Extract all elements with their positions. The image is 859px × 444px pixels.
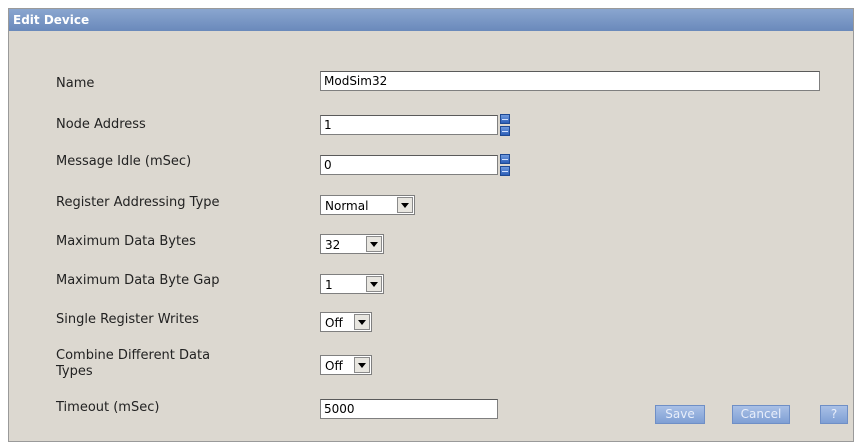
spinner-down-icon[interactable] <box>500 126 510 136</box>
register-addressing-type-select[interactable]: Normal <box>320 195 415 215</box>
timeout-label: Timeout (mSec) <box>56 400 160 415</box>
chevron-down-icon[interactable] <box>354 357 370 373</box>
timeout-input[interactable] <box>320 399 498 419</box>
message-idle-input[interactable] <box>320 155 498 175</box>
max-data-bytes-label: Maximum Data Bytes <box>56 234 196 249</box>
max-data-bytes-value: 32 <box>325 238 341 252</box>
spinner-down-icon[interactable] <box>500 166 510 176</box>
combine-data-types-label-line1: Combine Different Data <box>56 348 211 363</box>
single-register-writes-value: Off <box>325 316 343 330</box>
chevron-down-icon[interactable] <box>354 314 370 330</box>
name-label: Name <box>56 76 95 91</box>
node-address-label: Node Address <box>56 117 146 132</box>
chevron-down-icon[interactable] <box>366 236 382 252</box>
max-data-byte-gap-value: 1 <box>325 278 333 292</box>
message-idle-spinner[interactable] <box>500 154 510 176</box>
cancel-button[interactable]: Cancel <box>732 405 790 424</box>
combine-data-types-label: Combine Different Data Types <box>56 348 210 380</box>
combine-data-types-value: Off <box>325 359 343 373</box>
single-register-writes-label: Single Register Writes <box>56 312 199 327</box>
chevron-down-icon[interactable] <box>397 197 413 213</box>
spinner-up-icon[interactable] <box>500 114 510 124</box>
register-addressing-type-value: Normal <box>325 199 369 213</box>
max-data-byte-gap-select[interactable]: 1 <box>320 274 384 294</box>
save-button[interactable]: Save <box>655 405 705 424</box>
dialog-title: Edit Device <box>9 9 853 31</box>
help-button[interactable]: ? <box>820 405 848 424</box>
node-address-spinner[interactable] <box>500 114 510 136</box>
combine-data-types-label-line2: Types <box>56 364 93 379</box>
register-addressing-type-label: Register Addressing Type <box>56 195 220 210</box>
max-data-bytes-select[interactable]: 32 <box>320 234 384 254</box>
node-address-input[interactable] <box>320 115 498 135</box>
combine-data-types-select[interactable]: Off <box>320 355 372 375</box>
chevron-down-icon[interactable] <box>366 276 382 292</box>
max-data-byte-gap-label: Maximum Data Byte Gap <box>56 273 220 288</box>
spinner-up-icon[interactable] <box>500 154 510 164</box>
message-idle-label: Message Idle (mSec) <box>56 154 192 169</box>
edit-device-dialog: Edit Device Name Node Address Message Id… <box>8 8 854 442</box>
name-input[interactable] <box>320 71 820 91</box>
single-register-writes-select[interactable]: Off <box>320 312 372 332</box>
